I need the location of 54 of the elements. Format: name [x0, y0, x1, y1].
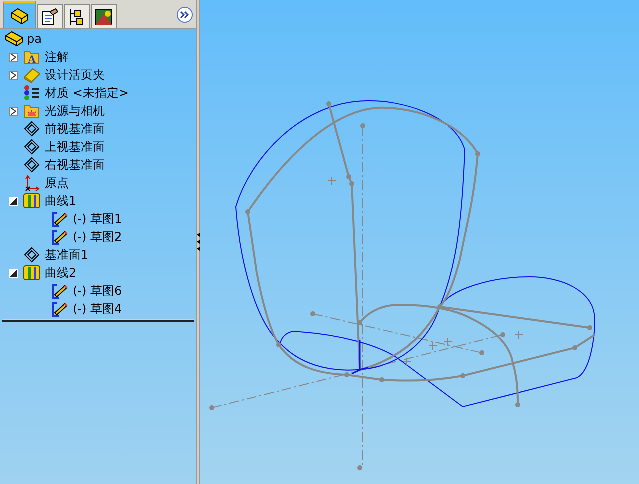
splitter-arrows-icon — [196, 232, 200, 252]
tree-item-label[interactable]: 基准面1 — [45, 247, 89, 263]
expand-panel-button[interactable] — [177, 7, 193, 23]
tree-item-label[interactable]: 上视基准面 — [45, 139, 105, 155]
tree-item-label[interactable]: 材质 <未指定> — [45, 85, 129, 101]
plane-icon — [24, 139, 40, 155]
annotation-folder-icon: A — [24, 50, 40, 64]
part-icon — [5, 31, 25, 47]
property-sheet-icon — [41, 8, 59, 26]
panel-tab[interactable] — [37, 4, 63, 28]
tree-item-label[interactable]: 前视基准面 — [45, 121, 105, 137]
tree-item-label[interactable]: 原点 — [45, 175, 69, 191]
binder-icon — [24, 68, 40, 82]
double-chevron-icon — [180, 11, 190, 19]
panel-tab[interactable] — [3, 1, 36, 28]
tree-item-label[interactable]: (-) 草图2 — [73, 229, 122, 245]
tree-item-label[interactable]: 曲线1 — [45, 193, 77, 209]
triangle-icon — [10, 198, 17, 204]
triangle-icon — [11, 54, 16, 60]
sketch-icon — [51, 228, 69, 246]
panel-tab[interactable] — [91, 4, 117, 28]
sketch-icon — [51, 210, 69, 228]
panel-tab[interactable] — [64, 4, 90, 28]
collapse-toggle[interactable] — [9, 196, 18, 206]
curve-feature-icon — [23, 193, 41, 209]
plane-icon — [24, 247, 40, 263]
tree-item-label[interactable]: 右视基准面 — [45, 157, 105, 173]
triangle-icon — [10, 270, 17, 276]
tree-item-label[interactable]: 光源与相机 — [45, 103, 105, 119]
triangle-icon — [11, 108, 16, 114]
plane-icon — [24, 157, 40, 173]
tree-item-label[interactable]: (-) 草图1 — [73, 211, 122, 227]
sketch-icon — [51, 300, 69, 318]
expand-toggle[interactable] — [9, 52, 18, 62]
plane-icon — [24, 121, 40, 137]
configuration-icon — [68, 8, 86, 26]
expand-toggle[interactable] — [9, 106, 18, 116]
tree-item-label[interactable]: (-) 草图4 — [73, 301, 122, 317]
collapse-toggle[interactable] — [9, 268, 18, 278]
curve-feature-icon — [23, 265, 41, 281]
sun-folder-icon — [24, 104, 40, 118]
tree-item-label[interactable]: 注解 — [45, 49, 69, 65]
display-icon — [95, 8, 113, 26]
rollback-bar[interactable] — [2, 319, 194, 322]
tree-item-label[interactable]: (-) 草图6 — [73, 283, 122, 299]
tree-item-label[interactable]: 曲线2 — [45, 265, 77, 281]
tree-item-label[interactable]: 设计活页夹 — [45, 67, 105, 83]
tree-item-label[interactable]: pa — [27, 31, 42, 47]
material-icon — [24, 85, 40, 101]
triangle-icon — [11, 72, 16, 78]
origin-icon — [24, 175, 40, 191]
part-icon — [10, 6, 30, 24]
expand-toggle[interactable] — [9, 70, 18, 80]
sketch-icon — [51, 282, 69, 300]
